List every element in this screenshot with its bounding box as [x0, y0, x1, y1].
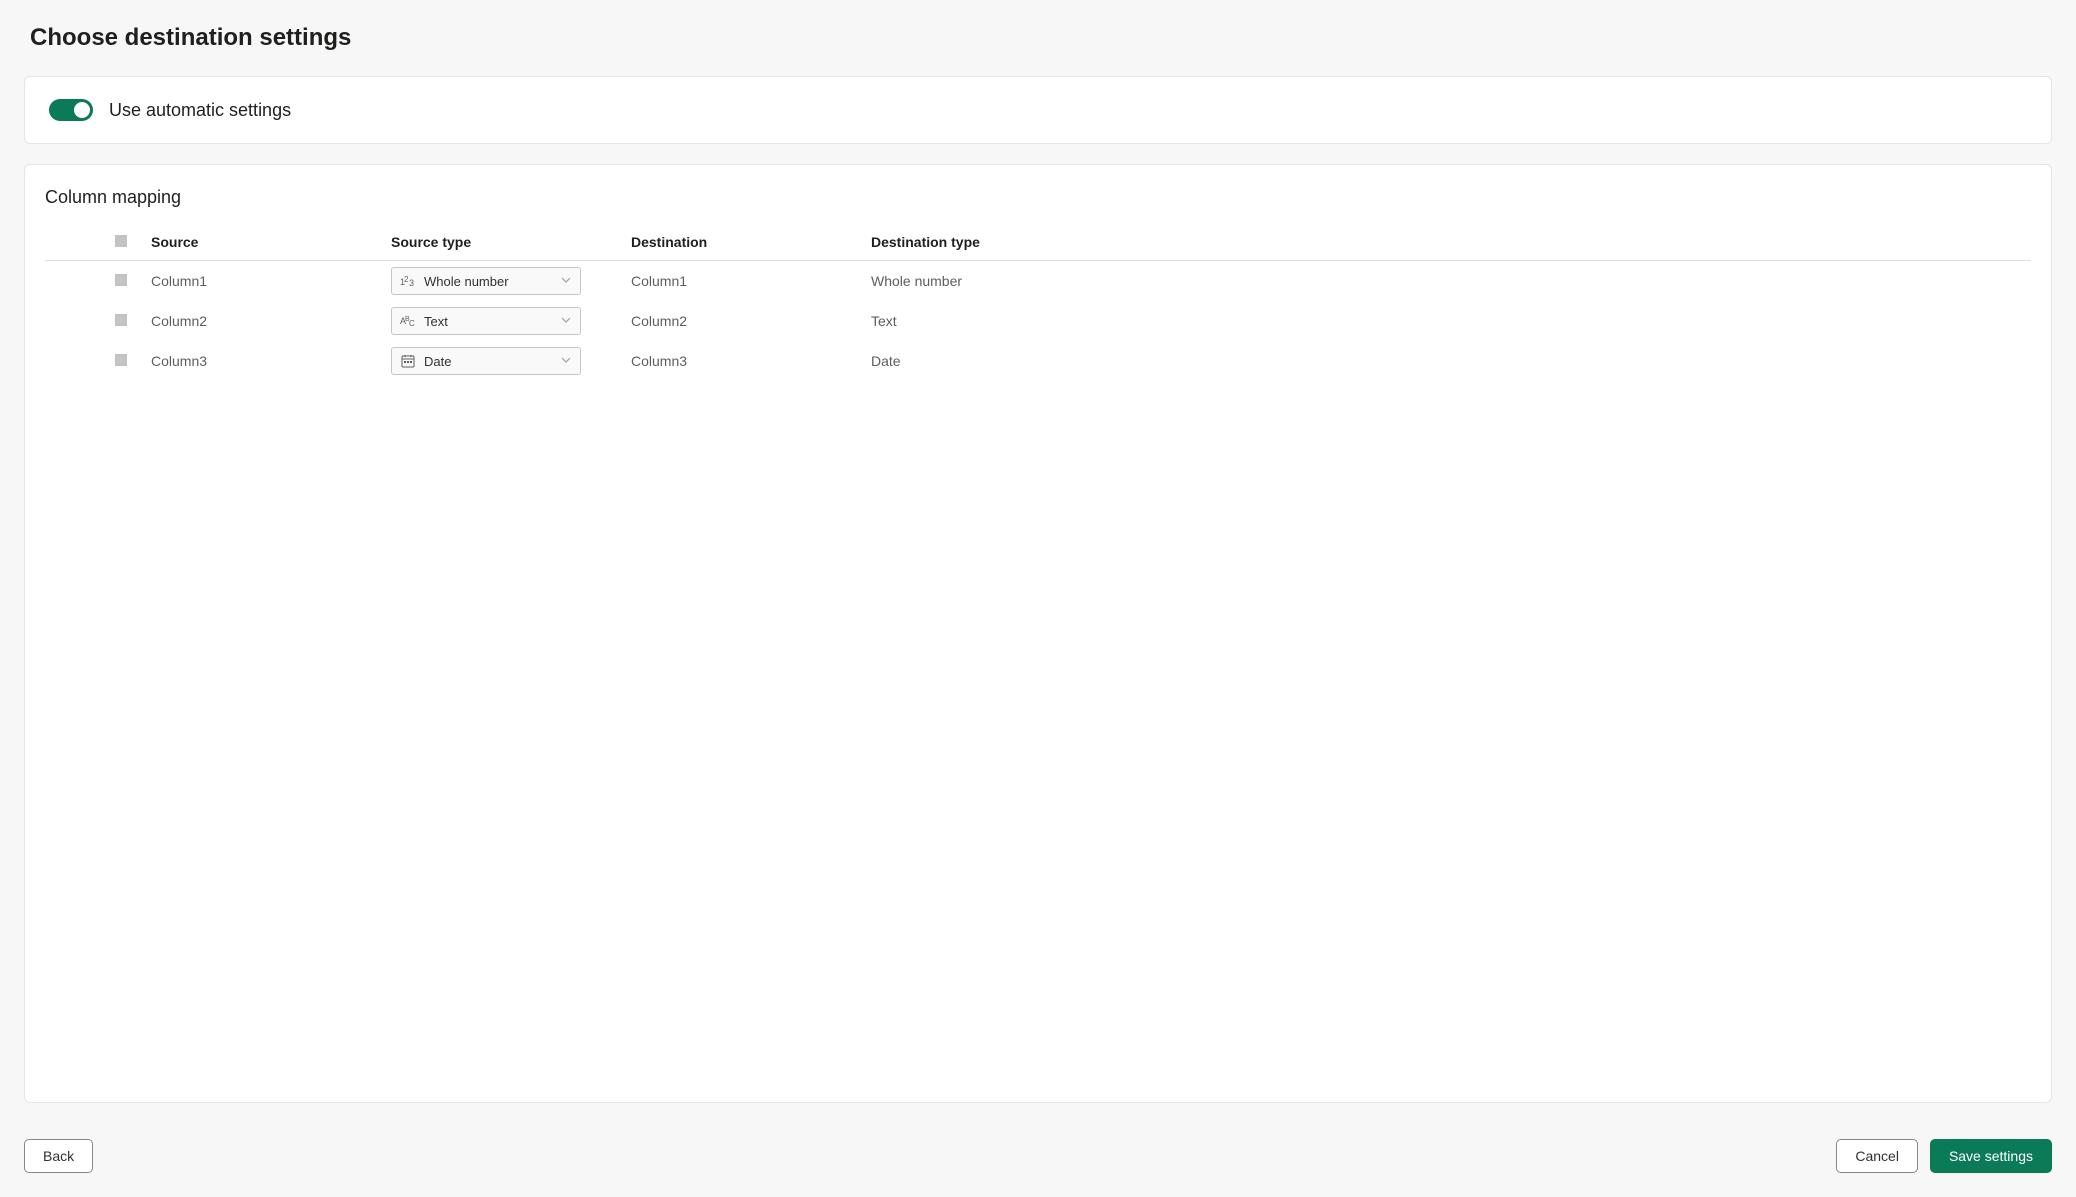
select-all-checkbox[interactable]	[115, 235, 127, 247]
table-row: Column1 1 2 3	[45, 261, 2031, 302]
source-cell: Column1	[139, 261, 379, 302]
source-type-select[interactable]: Date	[391, 347, 581, 375]
chevron-down-icon	[560, 353, 572, 369]
column-mapping-title: Column mapping	[45, 187, 2031, 208]
table-row: Column3	[45, 341, 2031, 381]
row-checkbox[interactable]	[115, 314, 127, 326]
text-icon: A B C	[400, 313, 416, 329]
svg-text:C: C	[409, 319, 415, 328]
row-checkbox[interactable]	[115, 354, 127, 366]
chevron-down-icon	[560, 273, 572, 289]
auto-settings-card: Use automatic settings	[24, 76, 2052, 144]
save-button[interactable]: Save settings	[1930, 1139, 2052, 1173]
source-type-select[interactable]: A B C Text	[391, 307, 581, 335]
destination-type-cell: Text	[859, 301, 2031, 341]
header-destination-type: Destination type	[859, 226, 2031, 261]
column-mapping-card: Column mapping Source Source type Destin…	[24, 164, 2052, 1103]
svg-text:3: 3	[409, 278, 414, 288]
toggle-knob-icon	[74, 102, 90, 118]
destination-type-cell: Date	[859, 341, 2031, 381]
source-type-select[interactable]: 1 2 3 Whole number	[391, 267, 581, 295]
footer-bar: Back Cancel Save settings	[24, 1123, 2052, 1173]
chevron-down-icon	[560, 313, 572, 329]
header-destination: Destination	[619, 226, 859, 261]
page-title: Choose destination settings	[24, 24, 2052, 52]
column-mapping-table: Source Source type Destination Destinati…	[45, 226, 2031, 381]
auto-settings-toggle[interactable]	[49, 99, 93, 121]
destination-cell: Column3	[619, 341, 859, 381]
number-icon: 1 2 3	[400, 273, 416, 289]
destination-type-cell: Whole number	[859, 261, 2031, 302]
header-source-type: Source type	[379, 226, 619, 261]
source-type-label: Whole number	[424, 274, 509, 289]
destination-cell: Column1	[619, 261, 859, 302]
header-source: Source	[139, 226, 379, 261]
source-cell: Column2	[139, 301, 379, 341]
row-checkbox[interactable]	[115, 274, 127, 286]
calendar-icon	[400, 353, 416, 369]
auto-settings-label: Use automatic settings	[109, 100, 291, 121]
cancel-button[interactable]: Cancel	[1836, 1139, 1918, 1173]
table-row: Column2 A B C	[45, 301, 2031, 341]
back-button[interactable]: Back	[24, 1139, 93, 1173]
source-type-label: Date	[424, 354, 451, 369]
source-type-label: Text	[424, 314, 448, 329]
source-cell: Column3	[139, 341, 379, 381]
destination-cell: Column2	[619, 301, 859, 341]
